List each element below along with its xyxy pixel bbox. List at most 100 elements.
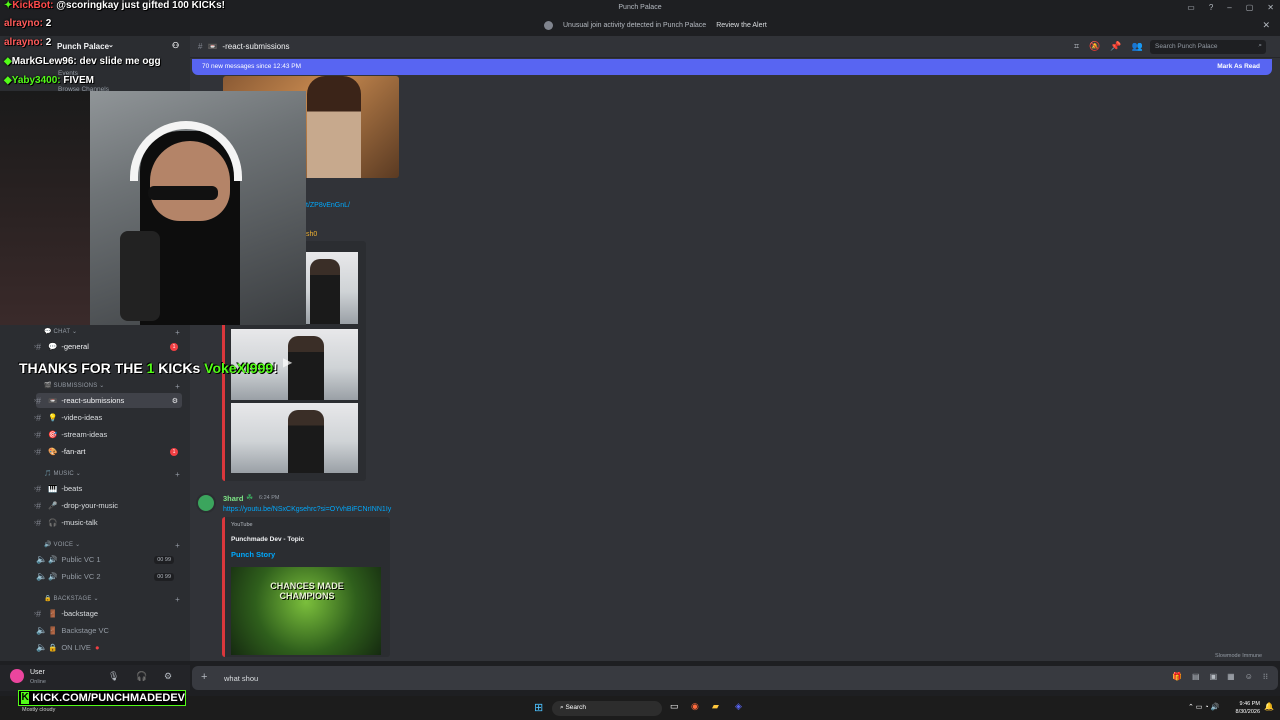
tray-icons[interactable]: ⌃ ▭ ◔ 🔊 <box>1188 703 1219 711</box>
hash-icon: # <box>36 412 42 423</box>
channel-react-submissions[interactable]: › # 📼 -react-submissions ⚙ <box>34 393 182 408</box>
channel-backstage[interactable]: › # 🚪 -backstage <box>34 606 182 621</box>
category-voice-label: VOICE <box>53 542 74 548</box>
message-input-text[interactable]: what shou <box>224 674 258 683</box>
sticker-icon[interactable]: ▣ <box>1210 672 1218 681</box>
notification-bell-icon[interactable]: 🔕 <box>1089 41 1100 52</box>
play-icon[interactable]: ▶ <box>283 355 292 369</box>
add-channel-icon[interactable]: + <box>175 470 180 479</box>
add-member-icon[interactable]: ⚇ <box>172 41 179 50</box>
hash-icon: # <box>36 483 42 494</box>
clock[interactable]: 9:46 PM 8/30/2026 <box>1236 700 1260 716</box>
headphones-icon[interactable]: 🎧 <box>136 671 147 682</box>
microphone-icon[interactable]: 🎙 <box>108 671 119 682</box>
mention-badge: 1 <box>170 342 178 351</box>
channel-fan-art[interactable]: › # 🎨 -fan-art 1 <box>34 444 182 459</box>
channel-label: -react-submissions <box>61 396 125 405</box>
voice-channel-backstage-vc[interactable]: 🔈 🚪 Backstage VC <box>36 623 182 638</box>
embed-thumbnail[interactable]: CHANCES MADE CHAMPIONS <box>231 567 381 655</box>
new-messages-bar[interactable]: 70 new messages since 12:43 PM Mark As R… <box>192 59 1272 75</box>
thanks-suffix: ! <box>273 360 278 376</box>
bulb-emoji-icon: 💡 <box>48 413 58 422</box>
add-channel-icon[interactable]: + <box>175 595 180 604</box>
headphones-shape <box>130 121 242 181</box>
threads-icon[interactable]: ⌗ <box>1074 41 1079 52</box>
category-chat[interactable]: 💬 CHAT ⌄ + <box>44 328 184 337</box>
gift-icon[interactable]: 🎁 <box>1172 672 1182 681</box>
youtube-link[interactable]: https://youtu.be/NSxCKgsehrc?si=OYvhBiFC… <box>223 506 391 513</box>
keyboard-emoji-icon: 🎹 <box>48 484 58 493</box>
emoji-icon[interactable]: ☺ <box>1245 672 1253 681</box>
door-emoji-icon: 🚪 <box>48 626 58 635</box>
search-input[interactable]: Search Punch Palace ⌕ <box>1150 40 1266 54</box>
inbox-icon[interactable]: ▭ <box>1187 3 1195 12</box>
clock-date: 8/30/2026 <box>1235 709 1260 715</box>
mark-as-read-button[interactable]: Mark As Read <box>1217 63 1260 70</box>
message-timestamp: 6:24 PM <box>259 495 280 501</box>
overlay-chat-line: ◆MarkGLew96: dev slide me ogg <box>4 56 161 67</box>
channel-label: -backstage <box>61 609 99 618</box>
add-channel-icon[interactable]: + <box>175 382 180 391</box>
overlay-chat-line: alrayno: 2 <box>4 37 51 48</box>
folder-icon[interactable]: ▰ <box>712 701 719 712</box>
apps-grid-icon[interactable]: ⁝⁝ <box>1263 672 1268 681</box>
browser-icon[interactable]: ◉ <box>691 701 699 712</box>
channel-general[interactable]: › # 💬 -general 1 <box>34 339 182 354</box>
channel-title: -react-submissions <box>222 42 290 51</box>
user-limit-badge: 00 99 <box>154 555 174 564</box>
person-figure <box>307 76 361 178</box>
add-attachment-icon[interactable]: + <box>201 671 207 683</box>
voice-channel-on-live[interactable]: 🔈 🔒 ON LIVE ● <box>36 640 182 655</box>
taskbar-search[interactable]: ⌕ Search <box>552 701 662 716</box>
channel-beats[interactable]: › # 🎹 -beats <box>34 481 182 496</box>
partial-username[interactable]: sh0 <box>306 231 317 238</box>
notification-icon[interactable]: 🔔 <box>1264 702 1274 711</box>
headphones-emoji-icon: 🎧 <box>48 518 58 527</box>
channel-drop-your-music[interactable]: › # 🎤 -drop-your-music <box>34 498 182 513</box>
add-channel-icon[interactable]: + <box>175 541 180 550</box>
gif-icon[interactable]: ▤ <box>1192 672 1200 681</box>
avatar[interactable] <box>10 669 24 683</box>
app-icon[interactable]: ▦ <box>1227 672 1235 681</box>
settings-icon[interactable]: ⚙ <box>172 397 178 405</box>
help-icon[interactable]: ? <box>1209 3 1213 12</box>
hash-icon: # <box>36 446 42 457</box>
pc-tower <box>0 91 90 325</box>
channel-music-talk[interactable]: › # 🎧 -music-talk <box>34 515 182 530</box>
maximize-icon[interactable]: ▢ <box>1246 3 1254 12</box>
embed-author[interactable]: Punchmade Dev - Topic <box>231 536 304 543</box>
close-alert-icon[interactable]: ✕ <box>1262 20 1270 31</box>
chevron-right-icon: › <box>34 610 36 617</box>
message-author[interactable]: 3hard <box>223 494 243 503</box>
voice-channel-public-vc1[interactable]: 🔈 🔊 Public VC 1 00 99 <box>36 552 182 567</box>
task-view-icon[interactable]: ▭ <box>670 701 679 712</box>
hash-icon: # <box>36 517 42 528</box>
user-panel: User Online 🎙 🎧 ⚙ <box>0 665 190 691</box>
review-alert-link[interactable]: Review the Alert <box>716 22 767 29</box>
category-submissions[interactable]: 🎬 SUBMISSIONS ⌄ + <box>44 382 184 391</box>
category-backstage[interactable]: 🔒 BACKSTAGE ⌄ + <box>44 595 184 604</box>
members-icon[interactable]: 👥 <box>1132 41 1143 52</box>
gear-icon[interactable]: ⚙ <box>164 671 172 682</box>
channel-stream-ideas[interactable]: › # 🎯 -stream-ideas <box>34 427 182 442</box>
category-voice[interactable]: 🔊 VOICE ⌄ + <box>44 541 184 550</box>
pin-icon[interactable]: 📌 <box>1110 41 1121 52</box>
webcam-overlay <box>0 91 306 325</box>
discord-icon[interactable]: ◈ <box>735 701 742 712</box>
kick-thanks-alert: THANKS FOR THE 1 KICKs VokeXI999! <box>19 360 278 376</box>
door-emoji-icon: 🚪 <box>48 609 58 618</box>
embed-title[interactable]: Punch Story <box>231 550 275 559</box>
add-channel-icon[interactable]: + <box>175 328 180 337</box>
close-window-icon[interactable]: ✕ <box>1267 3 1274 12</box>
voice-channel-public-vc2[interactable]: 🔈 🔊 Public VC 2 00 99 <box>36 569 182 584</box>
video-thumbnail[interactable] <box>306 252 358 324</box>
speaker-icon: 🔈 <box>36 554 48 564</box>
windows-start-icon[interactable]: ⊞ <box>534 701 543 714</box>
avatar[interactable] <box>196 493 216 513</box>
partial-link[interactable]: t/ZP8vEnGnL/ <box>306 202 350 209</box>
message-input[interactable]: + what shou 🎁 ▤ ▣ ▦ ☺ ⁝⁝ <box>192 666 1278 690</box>
video-thumbnail[interactable] <box>231 403 358 473</box>
minimize-icon[interactable]: – <box>1227 3 1231 12</box>
category-music[interactable]: 🎵 MUSIC ⌄ + <box>44 470 184 479</box>
channel-video-ideas[interactable]: › # 💡 -video-ideas <box>34 410 182 425</box>
